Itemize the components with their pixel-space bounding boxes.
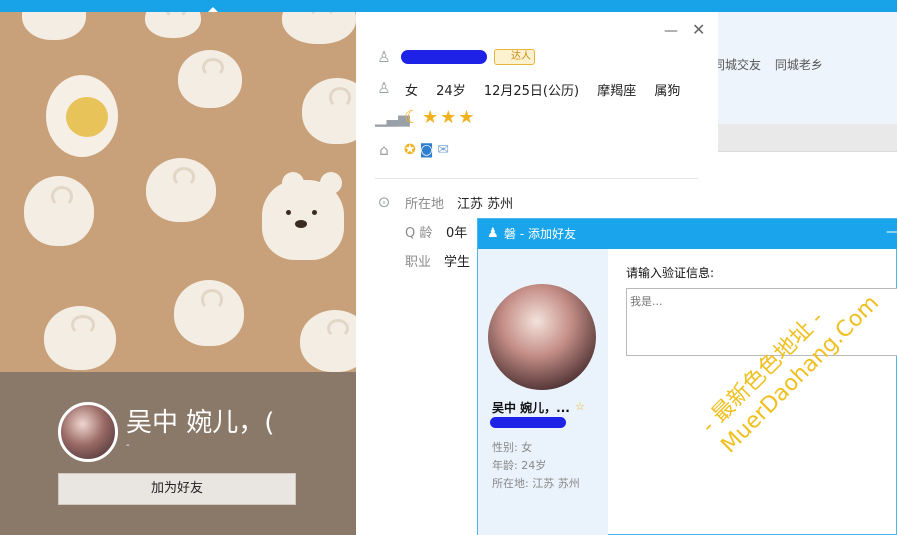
redacted-qq-number	[490, 417, 566, 428]
qq-penguin-icon: ♟	[487, 226, 499, 241]
home-icon: ⌂	[379, 141, 389, 159]
dumpling-illustration	[282, 12, 356, 44]
dialog-title-bar[interactable]: ♟ 磐 - 添加好友	[478, 219, 897, 249]
dialog-gender: 性别: 女	[492, 441, 533, 454]
star-icon: ★	[458, 107, 475, 128]
location-label: 所在地	[405, 197, 445, 212]
dumpling-illustration	[22, 12, 86, 40]
moon-icon: ☾	[404, 107, 421, 128]
dumpling-illustration	[145, 12, 201, 38]
dialog-title: 磐 - 添加好友	[504, 227, 576, 241]
birthday-value: 12月25日(公历)	[483, 84, 580, 99]
profile-signature: -	[126, 440, 130, 451]
dumpling-illustration	[44, 306, 116, 370]
egg-illustration	[46, 75, 118, 157]
dumpling-illustration	[146, 158, 216, 222]
star-icon[interactable]: ✪	[404, 142, 416, 158]
link-same-city-friends[interactable]: 同城交友	[713, 58, 761, 72]
zodiac-value: 摩羯座	[597, 84, 637, 99]
close-icon[interactable]: ✕	[692, 22, 705, 38]
basic-info: 女 24岁 12月25日(公历) 摩羯座 属狗	[405, 80, 694, 99]
qq-icon: ♙	[377, 48, 391, 66]
age-value: 24岁	[436, 84, 466, 99]
qq-level-icons[interactable]: ☾ ★ ★ ★	[404, 108, 477, 128]
redacted-nickname	[401, 50, 487, 64]
bear-illustration	[262, 172, 344, 260]
level-chart-icon: ▁▃▅	[375, 109, 410, 127]
profile-display-name: 吴中 婉儿，(	[126, 408, 275, 438]
minimize-icon[interactable]: —	[664, 24, 678, 38]
gender-value: 女	[405, 84, 419, 99]
dumpling-illustration	[174, 280, 244, 346]
dumpling-illustration	[24, 176, 94, 246]
profile-card-footer	[0, 372, 356, 535]
dialog-location: 所在地: 江苏 苏州	[492, 477, 580, 490]
dumpling-illustration	[178, 50, 242, 108]
dumpling-illustration	[302, 78, 356, 144]
dialog-contact-name: 吴中 婉儿，...	[492, 401, 570, 415]
camera-icon[interactable]: ◙	[420, 142, 434, 158]
link-same-city-fellows[interactable]: 同城老乡	[775, 58, 823, 72]
location-value: 江苏 苏州	[457, 197, 514, 212]
star-icon: ★	[440, 107, 457, 128]
dialog-age: 年龄: 24岁	[492, 459, 547, 472]
divider	[375, 178, 698, 179]
dialog-minimize-icon[interactable]: —	[886, 225, 897, 239]
verify-message-label: 请输入验证信息:	[626, 266, 715, 280]
service-icons: ✪ ◙ ✉	[404, 141, 453, 159]
background-links: 同城交友 同城老乡	[713, 56, 833, 73]
chinese-zodiac-value: 属狗	[654, 84, 681, 99]
qq-age-label: Q 龄	[405, 226, 433, 241]
qq-age-value: 0年	[446, 226, 468, 241]
mail-icon[interactable]: ✉	[437, 142, 449, 158]
more-icon: ⊙	[377, 193, 391, 211]
background-strip	[700, 124, 897, 152]
avatar[interactable]	[58, 402, 118, 462]
star-icon: ★	[422, 107, 439, 128]
background-title-bar	[0, 0, 897, 12]
occupation-value: 学生	[444, 255, 471, 270]
dumpling-illustration	[300, 310, 356, 372]
person-icon: ♙	[377, 79, 391, 97]
daren-badge: 达人	[494, 49, 535, 65]
star-icon: ☆	[575, 400, 585, 413]
avatar	[488, 284, 596, 390]
occupation-label: 职业	[405, 255, 432, 270]
add-friend-button[interactable]: 加为好友	[58, 473, 296, 505]
add-friend-dialog: ♟ 磐 - 添加好友 — 吴中 婉儿，... ☆ 性别: 女 年龄: 24岁 所…	[477, 218, 897, 535]
dialog-profile-sidebar: 吴中 婉儿，... ☆ 性别: 女 年龄: 24岁 所在地: 江苏 苏州	[478, 249, 608, 535]
